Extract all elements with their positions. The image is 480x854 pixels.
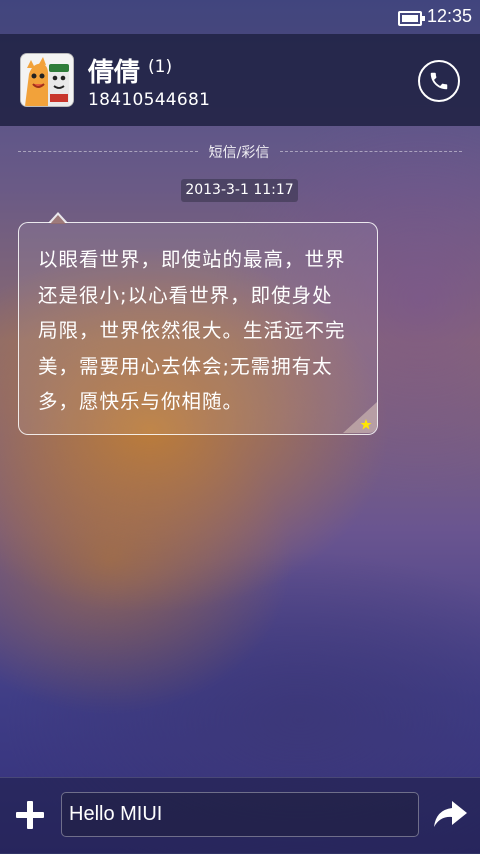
divider-left bbox=[18, 151, 198, 152]
message-input[interactable]: Hello MIUI bbox=[61, 792, 419, 837]
unread-count: (1) bbox=[148, 57, 173, 77]
status-bar: 12:35 bbox=[0, 0, 480, 34]
status-time: 12:35 bbox=[426, 6, 472, 26]
bubble-tail-fill bbox=[50, 215, 66, 224]
cartoon-avatar-icon bbox=[21, 54, 73, 106]
message-line: 多，愿快乐与你相随。 bbox=[38, 390, 244, 413]
message-type-label: 短信/彩信 bbox=[208, 145, 270, 161]
message-line: 还是很小;以心看世界，即使身处 bbox=[38, 283, 333, 307]
plus-icon[interactable] bbox=[14, 799, 46, 831]
contact-avatar[interactable] bbox=[21, 54, 73, 106]
message-line: 美，需要用心去体会;无需拥有太 bbox=[38, 354, 333, 378]
conversation-header: 倩倩 (1) 18410544681 bbox=[0, 34, 480, 126]
message-text: 以眼看世界，即使站的最高，世界 还是很小;以心看世界，即使身处 局限，世界依然很… bbox=[38, 242, 368, 420]
contact-phone-number: 18410544681 bbox=[88, 90, 211, 110]
message-line: 局限，世界依然很大。生活远不完 bbox=[38, 319, 346, 342]
favorite-star-icon[interactable] bbox=[343, 402, 377, 434]
battery-icon bbox=[398, 11, 425, 26]
forward-arrow-icon[interactable] bbox=[432, 799, 468, 829]
contact-name: 倩倩 bbox=[88, 58, 141, 88]
message-line: 以眼看世界，即使站的最高，世界 bbox=[38, 248, 346, 271]
message-timestamp: 2013-3-1 11:17 bbox=[181, 179, 298, 202]
phone-icon bbox=[430, 72, 448, 90]
divider-right bbox=[280, 151, 462, 152]
call-button[interactable] bbox=[418, 60, 460, 102]
